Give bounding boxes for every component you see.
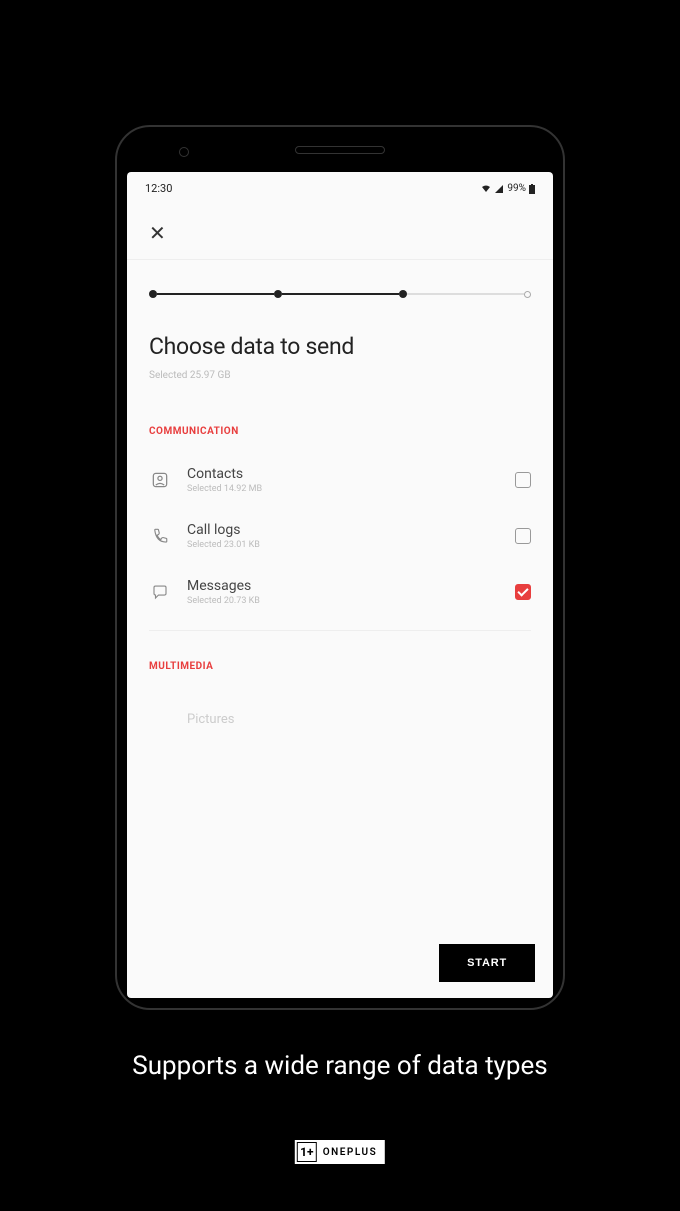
phone-icon <box>149 525 171 547</box>
brand-logo-text: ONEPLUS <box>323 1147 383 1158</box>
contacts-icon <box>149 469 171 491</box>
speaker-grille <box>295 146 385 154</box>
section-label-communication: COMMUNICATION <box>127 381 553 452</box>
section-label-multimedia: MULTIMEDIA <box>127 631 553 687</box>
list-content: Contacts Selected 14.92 MB <box>187 466 499 494</box>
close-icon[interactable]: ✕ <box>149 223 166 243</box>
page-header: Choose data to send Selected 25.97 GB <box>127 323 553 381</box>
item-title: Messages <box>187 578 499 594</box>
list-item-contacts[interactable]: Contacts Selected 14.92 MB <box>127 452 553 508</box>
step-line <box>282 293 399 295</box>
signal-icon <box>494 184 504 194</box>
list-item-messages[interactable]: Messages Selected 20.73 KB <box>127 564 553 620</box>
item-subtitle: Selected 14.92 MB <box>187 484 499 494</box>
page-subtitle: Selected 25.97 GB <box>149 370 531 381</box>
start-button[interactable]: START <box>439 944 535 982</box>
checkbox-call-logs[interactable] <box>515 528 531 544</box>
status-bar: 12:30 99% <box>127 172 553 203</box>
step-dot-3 <box>399 290 407 298</box>
list-content: Messages Selected 20.73 KB <box>187 578 499 606</box>
phone-bezel-top <box>117 127 563 172</box>
step-dot-4 <box>524 291 531 298</box>
step-line <box>407 293 524 295</box>
checkbox-messages[interactable] <box>515 584 531 600</box>
camera-dot <box>179 147 189 157</box>
status-icons: 99% <box>481 183 535 194</box>
item-subtitle: Selected 20.73 KB <box>187 596 499 606</box>
phone-screen: 12:30 99% ✕ Choose data to send <box>127 172 553 998</box>
page-title: Choose data to send <box>149 333 531 360</box>
list-content: Call logs Selected 23.01 KB <box>187 522 499 550</box>
progress-stepper <box>127 260 553 323</box>
battery-percent: 99% <box>507 183 526 194</box>
step-dot-1 <box>149 290 157 298</box>
message-icon <box>149 581 171 603</box>
item-subtitle: Selected 23.01 KB <box>187 540 499 550</box>
promo-caption: Supports a wide range of data types <box>0 1050 680 1083</box>
checkbox-contacts[interactable] <box>515 472 531 488</box>
item-title: Contacts <box>187 466 499 482</box>
item-title: Call logs <box>187 522 499 538</box>
battery-icon <box>529 184 535 194</box>
list-item-call-logs[interactable]: Call logs Selected 23.01 KB <box>127 508 553 564</box>
header-bar: ✕ <box>127 203 553 259</box>
step-line <box>157 293 274 295</box>
item-title: Pictures <box>187 712 531 727</box>
brand-logo: 1+ ONEPLUS <box>295 1140 385 1164</box>
phone-frame: 12:30 99% ✕ Choose data to send <box>115 125 565 1010</box>
step-dot-2 <box>274 290 282 298</box>
brand-logo-icon: 1+ <box>297 1142 317 1162</box>
wifi-icon <box>481 184 491 194</box>
status-time: 12:30 <box>145 182 172 195</box>
list-item-pictures[interactable]: Pictures <box>127 687 553 727</box>
